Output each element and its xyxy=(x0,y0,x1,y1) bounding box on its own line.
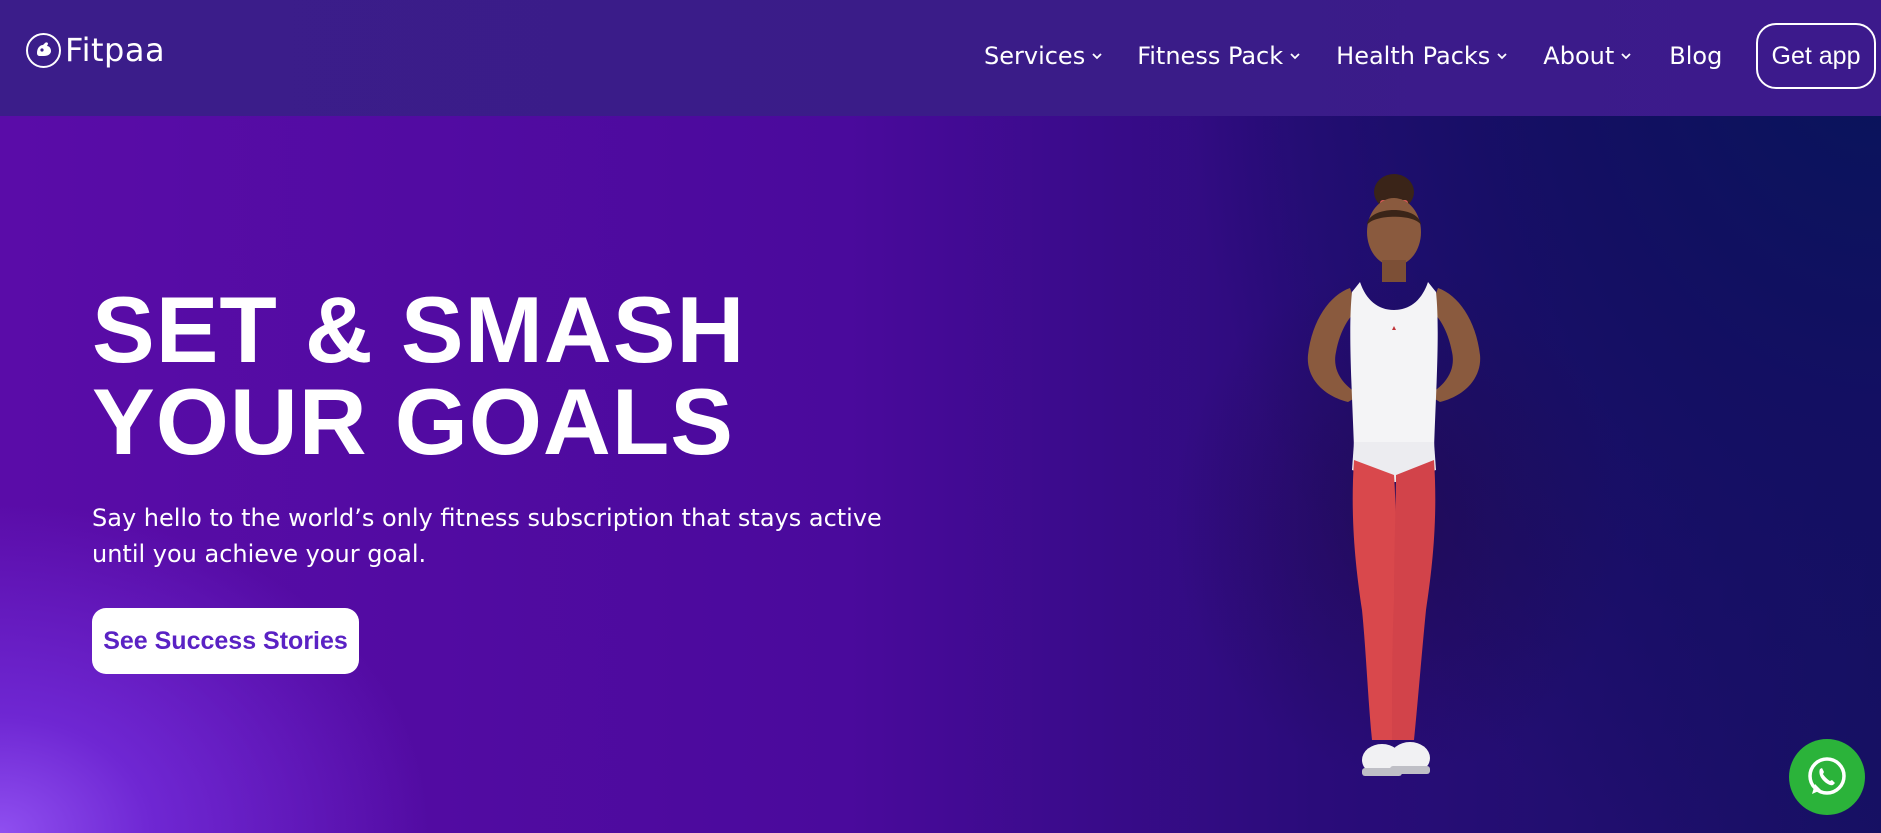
nav-item-label: Services xyxy=(984,42,1086,70)
hero-title-line-2: YOUR GOALS xyxy=(92,369,734,474)
nav-item-health-packs[interactable]: Health Packs xyxy=(1336,42,1508,70)
chevron-down-icon xyxy=(1621,53,1631,60)
get-app-button[interactable]: Get app xyxy=(1756,23,1876,89)
main-menu: Services Fitness Pack Health Packs About… xyxy=(984,38,1722,74)
whatsapp-chat-button[interactable] xyxy=(1789,739,1865,815)
hero-subtitle: Say hello to the world’s only fitness su… xyxy=(92,504,882,568)
whatsapp-icon xyxy=(1808,757,1846,795)
nav-item-about[interactable]: About xyxy=(1543,42,1632,70)
chevron-down-icon xyxy=(1092,53,1102,60)
nav-item-blog[interactable]: Blog xyxy=(1669,42,1722,70)
nav-item-fitness-pack[interactable]: Fitness Pack xyxy=(1137,42,1301,70)
nav-item-label: Blog xyxy=(1669,42,1723,70)
nav-item-label: About xyxy=(1543,42,1615,70)
nav-item-services[interactable]: Services xyxy=(984,42,1103,70)
nav-item-label: Fitness Pack xyxy=(1137,42,1284,70)
chevron-down-icon xyxy=(1497,53,1507,60)
brand-logo[interactable]: Fitpaa xyxy=(26,30,165,70)
hero-title: SET & SMASH YOUR GOALS xyxy=(92,277,812,474)
flexing-arm-icon xyxy=(26,32,61,68)
hero-fitness-model-image xyxy=(1307,174,1481,776)
top-navigation-bar: Fitpaa Services Fitness Pack Health Pack… xyxy=(0,0,1881,116)
chevron-down-icon xyxy=(1290,53,1300,60)
brand-name: Fitpaa xyxy=(65,31,166,69)
nav-item-label: Health Packs xyxy=(1336,42,1491,70)
see-success-stories-button[interactable]: See Success Stories xyxy=(92,608,359,674)
hero-title-line-1: SET & SMASH xyxy=(92,277,746,382)
